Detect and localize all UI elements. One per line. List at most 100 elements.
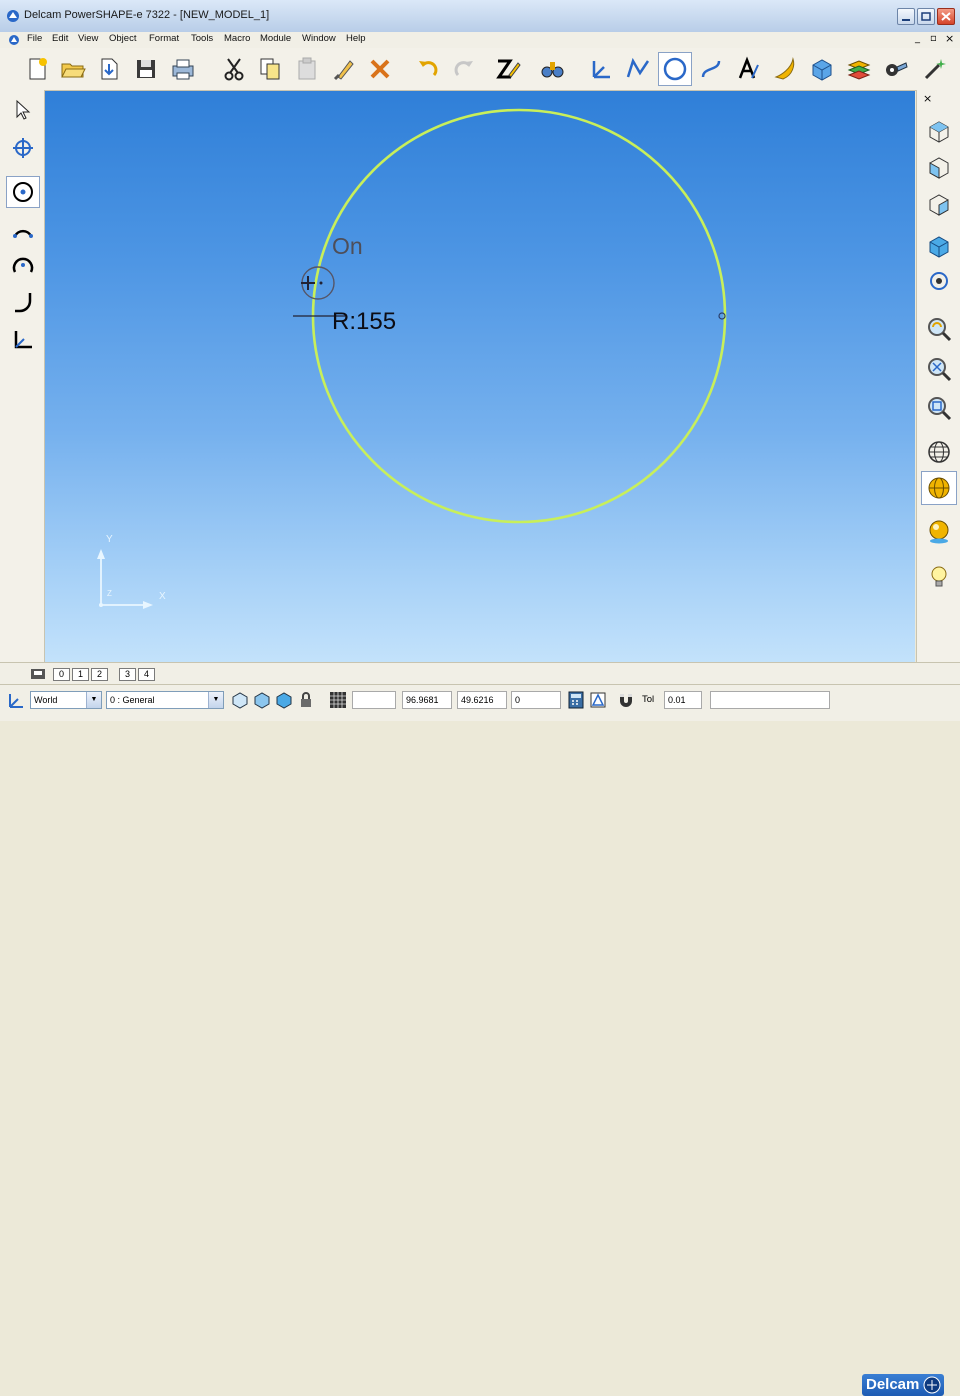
new-model-button[interactable]: [20, 52, 54, 86]
level-1[interactable]: 1: [72, 668, 89, 681]
view-front-button[interactable]: [921, 150, 957, 184]
cube-side-icon: [929, 194, 949, 216]
x-coordinate-field[interactable]: 96.9681: [402, 691, 452, 709]
mdi-close-icon[interactable]: ×: [945, 32, 954, 45]
fillet-button[interactable]: [6, 286, 40, 318]
select-button[interactable]: [6, 94, 40, 126]
corner-button[interactable]: [6, 324, 40, 356]
menu-edit[interactable]: Edit: [52, 33, 68, 44]
menu-view[interactable]: View: [78, 33, 98, 44]
menu-help[interactable]: Help: [346, 33, 366, 44]
menu-macro[interactable]: Macro: [224, 33, 250, 44]
surface-button[interactable]: [768, 52, 802, 86]
circle-centre-radius-button[interactable]: [6, 176, 40, 208]
minimize-button[interactable]: [897, 8, 915, 25]
import-button[interactable]: [92, 52, 126, 86]
render-button[interactable]: [921, 514, 957, 548]
view-rotate-button[interactable]: [921, 264, 957, 298]
view-button[interactable]: [535, 52, 569, 86]
level-select[interactable]: 0 : General ▼: [106, 691, 224, 709]
cut-button[interactable]: [217, 52, 251, 86]
arc-button[interactable]: [658, 52, 692, 86]
workplane-button[interactable]: [583, 52, 617, 86]
globe-wireframe-icon: [928, 441, 950, 463]
print-button[interactable]: [166, 52, 200, 86]
save-button[interactable]: [129, 52, 163, 86]
level-0[interactable]: 0: [53, 668, 70, 681]
transform-button[interactable]: [6, 132, 40, 164]
delete-icon: [370, 59, 390, 79]
app-icon[interactable]: [6, 9, 20, 23]
cube-front-icon: [929, 157, 949, 179]
gear-wrench-icon: [886, 62, 908, 76]
status-blank-field[interactable]: [352, 691, 396, 709]
z-height-button[interactable]: [491, 52, 525, 86]
level-4[interactable]: 4: [138, 668, 155, 681]
menu-object[interactable]: Object: [109, 33, 136, 44]
levels-icon[interactable]: [30, 666, 48, 682]
menu-format[interactable]: Format: [149, 33, 179, 44]
line-button[interactable]: [621, 52, 655, 86]
zoom-button[interactable]: [921, 312, 957, 346]
menu-tools[interactable]: Tools: [191, 33, 213, 44]
command-input[interactable]: [710, 691, 830, 709]
lock-button[interactable]: [296, 690, 316, 710]
calculator-button[interactable]: [566, 690, 586, 710]
format-painter-button[interactable]: [327, 52, 361, 86]
document-icon[interactable]: [8, 34, 20, 46]
menu-file[interactable]: File: [27, 33, 42, 44]
title-bar: Delcam PowerSHAPE-e 7322 - [NEW_MODEL_1]: [0, 0, 960, 33]
menu-window[interactable]: Window: [302, 33, 336, 44]
paste-button[interactable]: [290, 52, 324, 86]
y-coordinate-field[interactable]: 49.6216: [457, 691, 507, 709]
arc-three-point-button[interactable]: [6, 213, 40, 245]
solid-button[interactable]: [805, 52, 839, 86]
maximize-button[interactable]: [917, 8, 935, 25]
shaded-button[interactable]: [921, 471, 957, 505]
zoom-box-button[interactable]: [921, 391, 957, 425]
curve-button[interactable]: [694, 52, 728, 86]
tolerance-field[interactable]: 0.01: [664, 691, 702, 709]
select-surfaces-button[interactable]: [252, 690, 272, 710]
tolerance-label: Tol: [642, 694, 655, 705]
close-toolbar-icon[interactable]: ×: [923, 92, 932, 105]
layers-button[interactable]: [842, 52, 876, 86]
macro-button[interactable]: [879, 52, 913, 86]
polyline-icon: [626, 57, 650, 78]
undo-button[interactable]: [411, 52, 445, 86]
select-solids-button[interactable]: [274, 690, 294, 710]
chevron-down-icon: ▼: [208, 692, 223, 708]
menu-module[interactable]: Module: [260, 33, 291, 44]
wizard-button[interactable]: [918, 52, 952, 86]
open-button[interactable]: [56, 52, 90, 86]
zoom-extents-button[interactable]: [921, 352, 957, 386]
model-canvas: On R:155 Y X Z: [97, 108, 727, 609]
level-3[interactable]: 3: [119, 668, 136, 681]
arc-centre-button[interactable]: [6, 249, 40, 281]
redo-button[interactable]: [447, 52, 481, 86]
grid-button[interactable]: [328, 690, 348, 710]
view-top-button[interactable]: [921, 114, 957, 148]
view-iso-button[interactable]: [921, 229, 957, 263]
copy-button[interactable]: [253, 52, 287, 86]
rotate-view-icon: [930, 272, 948, 290]
x-axis-label: X: [159, 591, 166, 602]
mdi-minimize-icon[interactable]: _: [915, 33, 920, 44]
wireframe-shade-button[interactable]: [921, 435, 957, 469]
select-wireframe-button[interactable]: [230, 690, 250, 710]
close-button[interactable]: [937, 8, 955, 25]
workplane-status-icon[interactable]: [6, 690, 26, 710]
level-2[interactable]: 2: [91, 668, 108, 681]
magnet-icon: [620, 694, 632, 707]
view-right-button[interactable]: [921, 187, 957, 221]
snap-settings-button[interactable]: [616, 690, 636, 710]
text-button[interactable]: [731, 52, 765, 86]
lighting-button[interactable]: [921, 560, 957, 594]
mdi-restore-icon[interactable]: ▫: [930, 33, 937, 44]
delta-button[interactable]: [588, 690, 608, 710]
delete-button[interactable]: [363, 52, 397, 86]
workplane-select[interactable]: World ▼: [30, 691, 102, 709]
z-coordinate-field[interactable]: 0: [511, 691, 561, 709]
grid-icon: [330, 692, 346, 708]
graphics-viewport[interactable]: On R:155 Y X Z: [45, 91, 915, 662]
